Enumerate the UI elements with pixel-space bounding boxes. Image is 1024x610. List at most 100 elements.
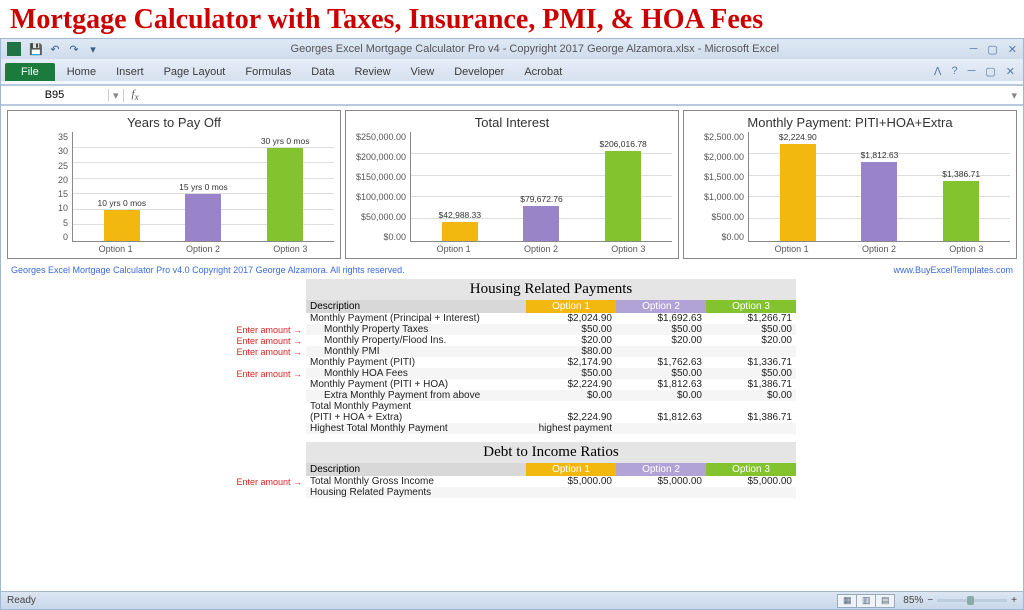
cell-value[interactable]: $1,692.63 [616, 313, 706, 324]
cell-value[interactable]: $50.00 [616, 368, 706, 379]
cell-value[interactable]: $0.00 [706, 390, 796, 401]
cell-value[interactable] [616, 346, 706, 357]
enter-amount-hint: Enter amount → [228, 335, 306, 346]
help-icon[interactable]: ? [951, 65, 957, 78]
cell-value[interactable]: $2,224.90 [526, 412, 616, 423]
chart-0[interactable]: Years to Pay Off3530252015105010 yrs 0 m… [7, 110, 341, 259]
bar-option-2[interactable]: 15 yrs 0 mos [185, 194, 221, 241]
worksheet-area[interactable]: Years to Pay Off3530252015105010 yrs 0 m… [1, 105, 1023, 591]
save-icon[interactable]: 💾 [29, 42, 43, 56]
qat-dropdown-icon[interactable]: ▾ [86, 42, 100, 56]
name-box[interactable]: B95 [1, 89, 109, 101]
cell-value[interactable]: $2,174.90 [526, 357, 616, 368]
y-tick: $150,000.00 [356, 172, 406, 182]
doc-restore-icon[interactable]: ▢ [985, 65, 995, 78]
cell-value[interactable] [706, 487, 796, 498]
tab-home[interactable]: Home [57, 63, 106, 81]
view-page-layout-icon[interactable]: ▥ [856, 594, 876, 608]
bar-option-1[interactable]: 10 yrs 0 mos [104, 210, 140, 241]
cell-value[interactable]: $5,000.00 [706, 476, 796, 487]
cell-value[interactable] [706, 423, 796, 434]
y-tick: $2,500.00 [704, 132, 744, 142]
column-header: Option 1 [526, 300, 616, 313]
tab-view[interactable]: View [401, 63, 445, 81]
y-tick: 10 [58, 203, 68, 213]
tab-page-layout[interactable]: Page Layout [154, 63, 236, 81]
row-label: Extra Monthly Payment from above [306, 390, 526, 401]
tab-data[interactable]: Data [301, 63, 344, 81]
close-icon[interactable]: ✕ [1008, 43, 1017, 56]
bar-option-2[interactable]: $1,812.63 [861, 162, 897, 241]
bar-option-2[interactable]: $79,672.76 [523, 206, 559, 241]
table-1: Debt to Income RatiosDescriptionOption 1… [306, 442, 796, 476]
x-tick: Option 2 [862, 244, 896, 254]
x-tick: Option 2 [524, 244, 558, 254]
cell-value[interactable] [526, 487, 616, 498]
fx-icon[interactable]: fx [124, 88, 147, 102]
tab-formulas[interactable]: Formulas [235, 63, 301, 81]
undo-icon[interactable]: ↶ [48, 42, 62, 56]
view-page-break-icon[interactable]: ▤ [875, 594, 895, 608]
cell-value[interactable] [616, 487, 706, 498]
redo-icon[interactable]: ↷ [67, 42, 81, 56]
column-header: Option 2 [616, 300, 706, 313]
column-header: Description [306, 463, 526, 476]
minimize-icon[interactable]: ─ [970, 43, 978, 56]
cell-value[interactable]: $0.00 [616, 390, 706, 401]
tab-file[interactable]: File [5, 63, 55, 81]
cell-value[interactable]: $1,812.63 [616, 379, 706, 390]
cell-value[interactable]: $1,762.63 [616, 357, 706, 368]
tab-acrobat[interactable]: Acrobat [514, 63, 572, 81]
doc-minimize-icon[interactable]: ─ [968, 65, 976, 78]
formula-bar-row: B95 ▾ fx ▾ [1, 85, 1023, 105]
credit-right[interactable]: www.BuyExcelTemplates.com [893, 265, 1013, 275]
bar-option-1[interactable]: $2,224.90 [780, 144, 816, 241]
y-tick: 35 [58, 132, 68, 142]
cell-value[interactable]: $0.00 [526, 390, 616, 401]
x-tick: Option 3 [949, 244, 983, 254]
name-box-dropdown-icon[interactable]: ▾ [109, 89, 124, 102]
zoom-out-icon[interactable]: − [927, 595, 933, 606]
chart-1[interactable]: Total Interest$250,000.00$200,000.00$150… [345, 110, 679, 259]
doc-close-icon[interactable]: ✕ [1006, 65, 1015, 78]
maximize-icon[interactable]: ▢ [987, 43, 997, 56]
enter-amount-hint: Enter amount → [228, 324, 306, 335]
chart-2[interactable]: Monthly Payment: PITI+HOA+Extra$2,500.00… [683, 110, 1017, 259]
bar-option-1[interactable]: $42,988.33 [442, 222, 478, 241]
cell-value[interactable]: $5,000.00 [526, 476, 616, 487]
cell-value[interactable]: $1,386.71 [706, 379, 796, 390]
bar-option-3[interactable]: 30 yrs 0 mos [267, 148, 303, 241]
cell-value[interactable]: $50.00 [706, 368, 796, 379]
cell-value[interactable]: $2,224.90 [526, 379, 616, 390]
enter-amount-hint: Enter amount → [228, 346, 306, 357]
cell-value[interactable]: $50.00 [616, 324, 706, 335]
zoom-in-icon[interactable]: + [1011, 595, 1017, 606]
cell-value[interactable]: $20.00 [526, 335, 616, 346]
tab-insert[interactable]: Insert [106, 63, 154, 81]
credit-left: Georges Excel Mortgage Calculator Pro v4… [11, 265, 405, 275]
zoom-slider[interactable] [937, 599, 1007, 602]
cell-value[interactable]: $20.00 [706, 335, 796, 346]
bar-option-3[interactable]: $1,386.71 [943, 181, 979, 241]
cell-value[interactable]: $1,266.71 [706, 313, 796, 324]
cell-value[interactable]: $2,024.90 [526, 313, 616, 324]
cell-value[interactable]: $1,386.71 [706, 412, 796, 423]
cell-value[interactable]: $50.00 [526, 324, 616, 335]
ribbon-collapse-icon[interactable]: ᐱ [934, 65, 942, 78]
cell-value[interactable]: $80.00 [526, 346, 616, 357]
cell-value[interactable]: $50.00 [526, 368, 616, 379]
bar-label: 10 yrs 0 mos [98, 198, 147, 208]
tab-developer[interactable]: Developer [444, 63, 514, 81]
cell-value[interactable]: $20.00 [616, 335, 706, 346]
view-normal-icon[interactable]: ▦ [837, 594, 857, 608]
cell-value[interactable]: highest payment [526, 423, 616, 434]
tab-review[interactable]: Review [344, 63, 400, 81]
formula-bar-expand-icon[interactable]: ▾ [1011, 89, 1017, 102]
cell-value[interactable] [706, 346, 796, 357]
cell-value[interactable] [616, 423, 706, 434]
cell-value[interactable]: $1,812.63 [616, 412, 706, 423]
cell-value[interactable]: $1,336.71 [706, 357, 796, 368]
cell-value[interactable]: $50.00 [706, 324, 796, 335]
bar-option-3[interactable]: $206,016.78 [605, 151, 641, 241]
cell-value[interactable]: $5,000.00 [616, 476, 706, 487]
